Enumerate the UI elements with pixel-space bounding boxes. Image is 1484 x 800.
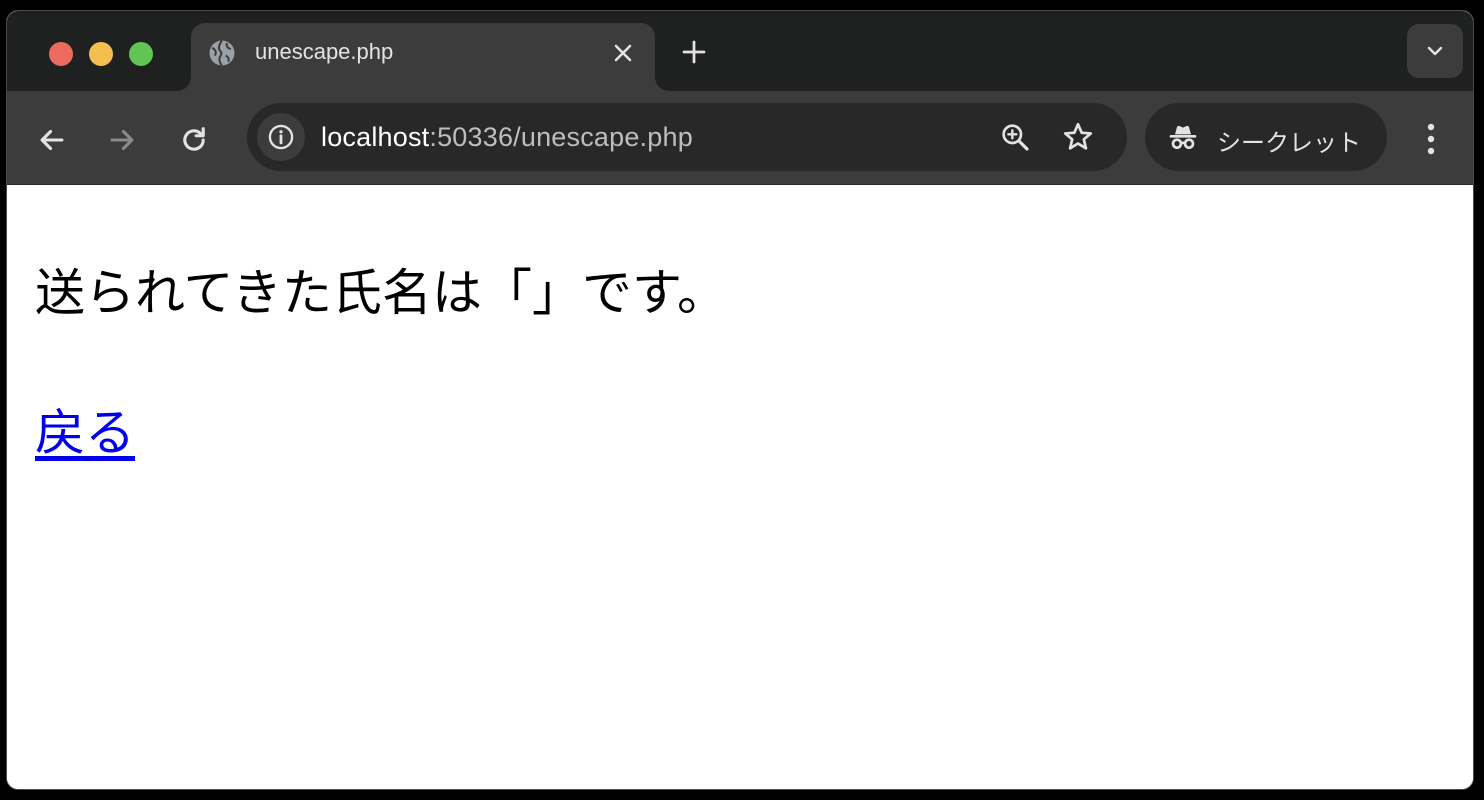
url-path: :50336/unescape.php — [429, 122, 693, 152]
forward-arrow-icon[interactable] — [105, 123, 139, 157]
url-text[interactable]: localhost:50336/unescape.php — [321, 122, 693, 153]
browser-toolbar: localhost:50336/unescape.php シークレット — [7, 91, 1473, 185]
bookmark-star-icon[interactable] — [1061, 120, 1095, 154]
window-maximize-button[interactable] — [129, 42, 153, 66]
zoom-in-icon[interactable] — [999, 121, 1031, 153]
submitted-name-message: 送られてきた氏名は「」です。 — [35, 264, 727, 322]
incognito-indicator[interactable]: シークレット — [1145, 103, 1387, 171]
reload-icon[interactable] — [177, 123, 211, 157]
page-content: 送られてきた氏名は「」です。 戻る — [7, 185, 1473, 789]
new-tab-plus-icon[interactable] — [679, 37, 709, 67]
url-host: localhost — [321, 122, 430, 152]
window-close-button[interactable] — [49, 42, 73, 66]
browser-window: unescape.php localhost:50336/unescape.ph… — [6, 10, 1474, 790]
tab-strip: unescape.php — [7, 11, 1473, 91]
tab-search-button[interactable] — [1407, 24, 1463, 78]
site-info-button[interactable] — [257, 113, 305, 161]
kebab-menu-icon[interactable] — [1415, 119, 1447, 159]
back-link[interactable]: 戻る — [35, 393, 135, 465]
globe-icon — [209, 39, 235, 67]
incognito-icon — [1169, 125, 1197, 149]
info-icon — [268, 124, 294, 150]
window-minimize-button[interactable] — [89, 42, 113, 66]
active-tab[interactable]: unescape.php — [191, 23, 655, 91]
back-arrow-icon[interactable] — [35, 123, 69, 157]
incognito-label: シークレット — [1217, 129, 1361, 157]
close-icon[interactable] — [609, 39, 637, 67]
tab-title: unescape.php — [255, 39, 394, 64]
address-bar[interactable]: localhost:50336/unescape.php — [247, 103, 1127, 171]
chevron-down-icon — [1427, 46, 1443, 56]
